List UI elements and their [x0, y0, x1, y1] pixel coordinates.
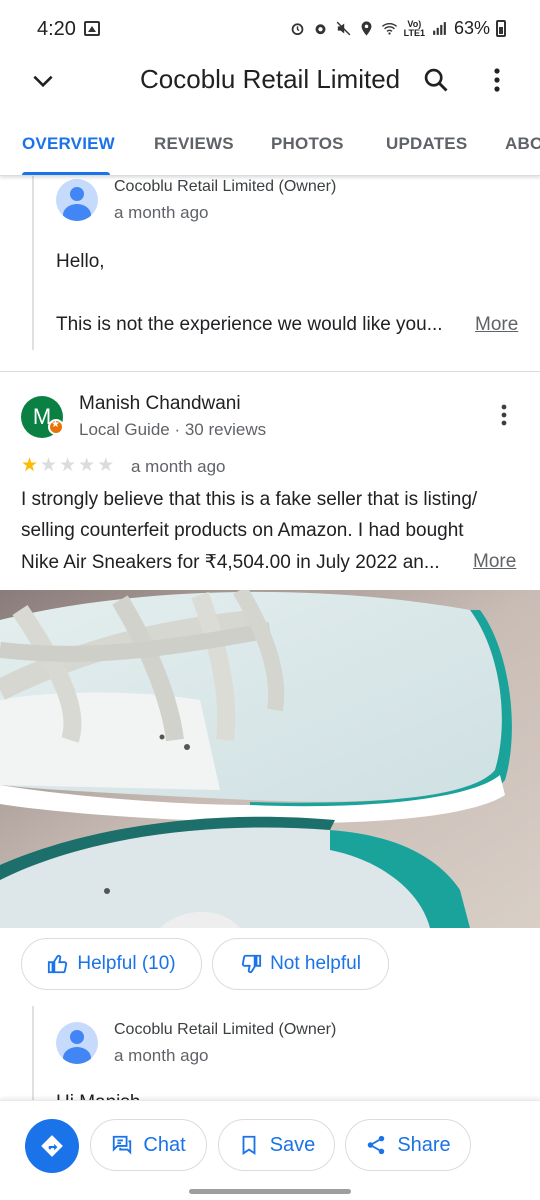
owner-reply: Cocoblu Retail Limited (Owner) a month a… [32, 176, 540, 350]
signal-icon [433, 22, 446, 35]
chat-button[interactable]: Chat [90, 1119, 207, 1171]
battery-icon [496, 20, 506, 37]
tab-about[interactable]: ABOUT [505, 134, 540, 154]
reviewer-name[interactable]: Manish Chandwani [79, 393, 241, 415]
tab-overview[interactable]: OVERVIEW [22, 134, 115, 154]
owner-name: Cocoblu Retail Limited (Owner) [114, 178, 337, 195]
share-label: Share [397, 1133, 451, 1156]
status-time: 4:20 [37, 18, 76, 40]
sneaker-photo-image [0, 590, 540, 928]
star-icon: ★ [78, 455, 96, 476]
share-icon [368, 1135, 385, 1155]
alarm-clock-icon [315, 24, 326, 35]
local-guide-badge-icon [48, 419, 64, 435]
tab-bar: OVERVIEW REVIEWS PHOTOS UPDATES ABOUT [0, 118, 540, 176]
app-bar: Cocoblu Retail Limited [0, 58, 540, 104]
search-icon [424, 68, 448, 92]
chat-icon [113, 1135, 132, 1155]
review-photo[interactable] [0, 590, 540, 928]
tab-updates[interactable]: UPDATES [386, 134, 467, 154]
owner-reply-text: This is not the experience we would like… [56, 314, 443, 335]
wifi-icon [381, 22, 397, 35]
gallery-notification-icon [84, 21, 100, 36]
status-bar: 4:20 Vo) LTE1 63% [0, 0, 540, 58]
active-tab-indicator [22, 172, 110, 175]
review-text-line: I strongly believe that this is a fake s… [21, 489, 478, 510]
overflow-menu-button[interactable] [482, 62, 512, 98]
save-button[interactable]: Save [218, 1119, 335, 1171]
tab-photos[interactable]: PHOTOS [271, 134, 344, 154]
review-text-line: selling counterfeit products on Amazon. … [21, 520, 464, 541]
status-icons: Vo) LTE1 63% [289, 18, 506, 39]
bookmark-icon [242, 1135, 256, 1155]
location-icon [361, 21, 372, 36]
owner-reply: Cocoblu Retail Limited (Owner) a month a… [32, 1006, 540, 1100]
not-helpful-button[interactable]: Not helpful [212, 938, 389, 990]
more-vert-icon [494, 68, 500, 92]
chat-label: Chat [143, 1133, 186, 1156]
review-more-link[interactable]: More [473, 551, 516, 573]
helpful-label: Helpful (10) [77, 953, 176, 974]
page-title: Cocoblu Retail Limited [140, 64, 401, 94]
overview-content[interactable]: Cocoblu Retail Limited (Owner) a month a… [0, 176, 540, 1100]
battery-percent: 63% [453, 18, 490, 38]
save-label: Save [269, 1133, 316, 1156]
directions-button[interactable] [25, 1119, 79, 1173]
thumbs-up-icon [48, 955, 68, 974]
reviewer-meta: Local Guide · 30 reviews [79, 420, 267, 439]
star-icon: ★ [59, 455, 77, 476]
bottom-action-bar: Chat Save Share [0, 1100, 540, 1200]
owner-reply-greeting: Hello, [56, 251, 105, 272]
not-helpful-label: Not helpful [270, 953, 361, 974]
thumbs-down-icon [242, 954, 262, 973]
owner-avatar [56, 1022, 98, 1064]
directions-icon [41, 1135, 63, 1157]
helpful-button[interactable]: Helpful (10) [21, 938, 202, 990]
more-vert-icon [501, 404, 507, 426]
owner-reply-time: a month ago [114, 1046, 209, 1065]
alarm-icon [291, 23, 303, 36]
share-button[interactable]: Share [345, 1119, 471, 1171]
owner-name: Cocoblu Retail Limited (Owner) [114, 1021, 337, 1038]
review-text-line: Nike Air Sneakers for ₹4,504.00 in July … [21, 552, 440, 573]
tab-reviews[interactable]: REVIEWS [154, 134, 234, 154]
search-button[interactable] [418, 62, 454, 98]
review-divider [0, 371, 540, 372]
star-rating: ★ ★ ★ ★ ★ [21, 456, 114, 475]
owner-reply-time: a month ago [114, 203, 209, 222]
owner-avatar [56, 179, 98, 221]
owner-reply-text: Hi Manish [56, 1092, 140, 1100]
lte-indicator: Vo) LTE1 [403, 18, 425, 38]
mute-icon [336, 21, 351, 36]
review-time: a month ago [131, 457, 226, 476]
home-indicator[interactable] [189, 1189, 351, 1194]
owner-reply-more-link[interactable]: More [475, 314, 518, 336]
star-icon: ★ [97, 455, 115, 476]
chevron-down-icon [33, 75, 53, 88]
star-icon: ★ [21, 455, 39, 476]
review-menu-button[interactable] [492, 400, 516, 430]
star-icon: ★ [40, 455, 58, 476]
collapse-button[interactable] [26, 64, 60, 98]
